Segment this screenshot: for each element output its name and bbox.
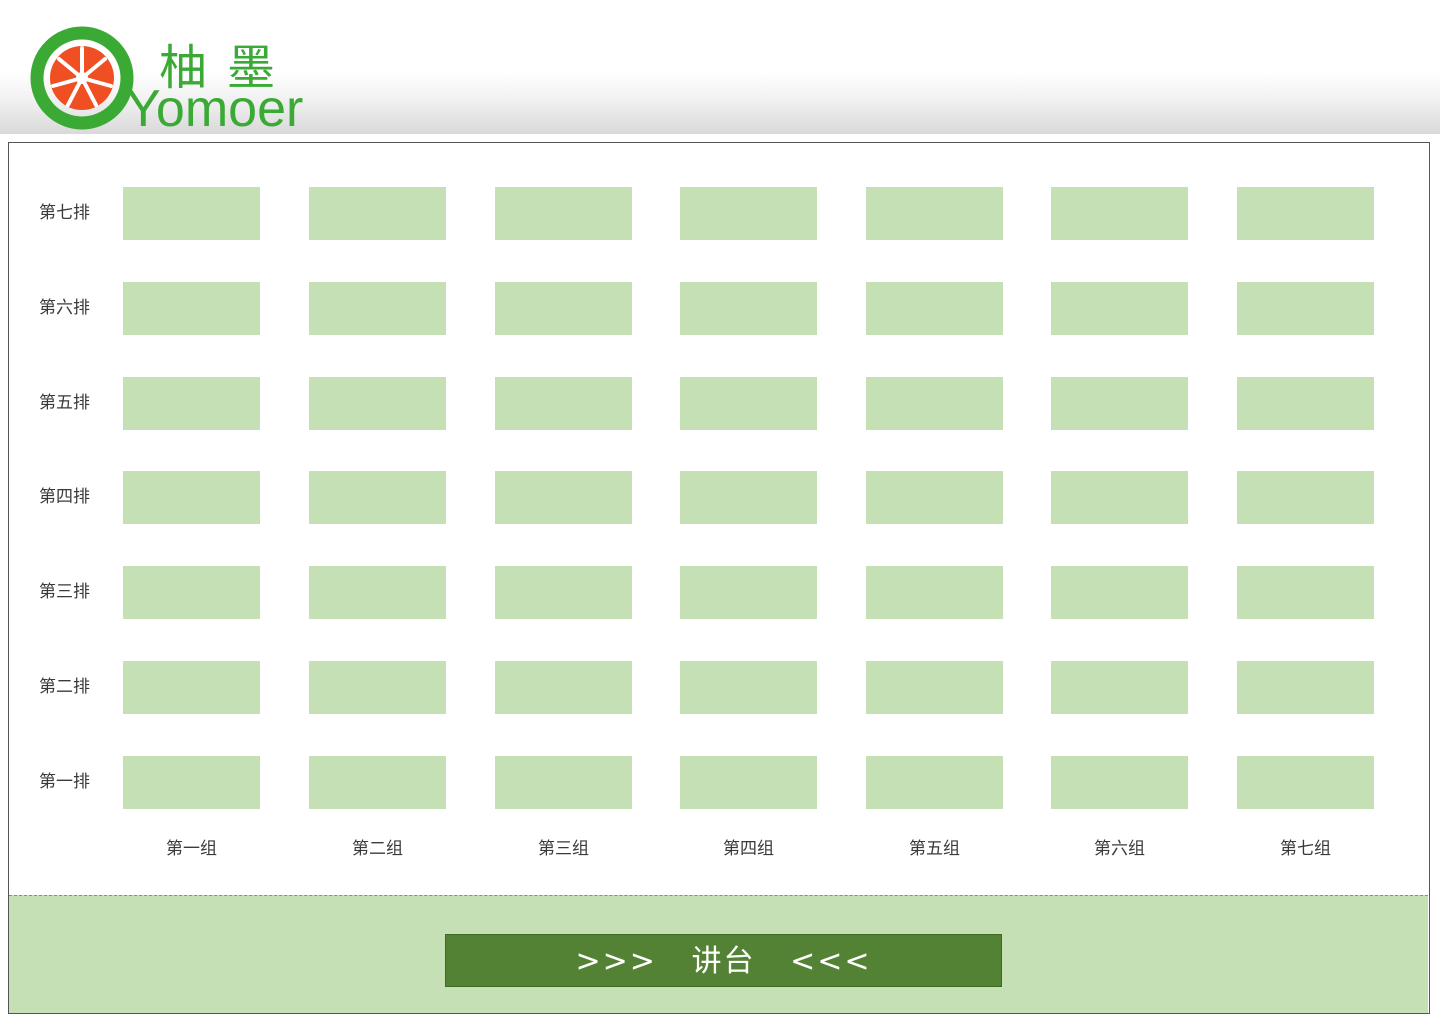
desk-seat[interactable] bbox=[1051, 566, 1188, 620]
desk-seat[interactable] bbox=[1237, 376, 1374, 430]
desk-seat[interactable] bbox=[1051, 187, 1188, 240]
desk-seat[interactable] bbox=[309, 566, 446, 620]
group-label: 第一组 bbox=[166, 839, 217, 859]
desk-seat[interactable] bbox=[495, 566, 632, 620]
desk-seat[interactable] bbox=[680, 281, 817, 335]
desk-seat[interactable] bbox=[309, 471, 446, 525]
group-label: 第二组 bbox=[352, 839, 403, 859]
desk-seat[interactable] bbox=[495, 471, 632, 525]
seating-panel: 第七排第六排第五排第四排第三排第二排第一排 第一组 第二组 第三组 第四组 第五组 第六组… bbox=[8, 142, 1430, 1014]
desk-seat[interactable] bbox=[1237, 755, 1374, 809]
desk-seat[interactable] bbox=[495, 661, 632, 714]
desk-seat[interactable] bbox=[1051, 281, 1188, 335]
desk-seat[interactable] bbox=[680, 471, 817, 525]
desk-seat[interactable] bbox=[123, 566, 260, 620]
desk-seat[interactable] bbox=[309, 281, 446, 335]
stage-button[interactable]: >>> 讲台 <<< bbox=[445, 934, 1002, 987]
desk-seat[interactable] bbox=[1051, 661, 1188, 714]
desk-seat[interactable] bbox=[680, 187, 817, 240]
desk-seat[interactable] bbox=[123, 755, 260, 809]
brand-name-en: Yomoer bbox=[126, 80, 303, 138]
desk-seat[interactable] bbox=[866, 755, 1003, 809]
desk-seat[interactable] bbox=[309, 187, 446, 240]
desk-seat[interactable] bbox=[680, 755, 817, 809]
desk-seat[interactable] bbox=[123, 376, 260, 430]
desk-seat[interactable] bbox=[123, 281, 260, 335]
desk-seat[interactable] bbox=[680, 376, 817, 430]
row-label: 第七排 bbox=[39, 203, 90, 223]
desk-seat[interactable] bbox=[1237, 661, 1374, 714]
header: 柚墨 Yomoer bbox=[0, 0, 1440, 138]
desk-seat[interactable] bbox=[866, 661, 1003, 714]
desk-seat[interactable] bbox=[495, 755, 632, 809]
desk-seat[interactable] bbox=[123, 187, 260, 240]
desk-seat[interactable] bbox=[495, 281, 632, 335]
desk-seat[interactable] bbox=[866, 376, 1003, 430]
desk-seat[interactable] bbox=[1237, 471, 1374, 525]
row-label: 第四排 bbox=[39, 487, 90, 508]
desk-seat[interactable] bbox=[123, 471, 260, 525]
group-label: 第三组 bbox=[538, 839, 589, 859]
row-label: 第三排 bbox=[39, 582, 90, 603]
row-label: 第二排 bbox=[39, 677, 90, 697]
desk-seat[interactable] bbox=[1051, 755, 1188, 809]
group-label: 第六组 bbox=[1094, 839, 1145, 859]
desk-seat[interactable] bbox=[123, 661, 260, 714]
row-label: 第六排 bbox=[39, 297, 90, 318]
desk-seat[interactable] bbox=[1237, 281, 1374, 335]
desk-seat[interactable] bbox=[1051, 376, 1188, 430]
group-label: 第四组 bbox=[723, 839, 774, 859]
desk-seat[interactable] bbox=[866, 281, 1003, 335]
desk-seat[interactable] bbox=[495, 376, 632, 430]
row-label: 第一排 bbox=[39, 771, 90, 792]
desk-seat[interactable] bbox=[309, 755, 446, 809]
yomoer-logo: 柚墨 Yomoer bbox=[30, 26, 303, 138]
group-label: 第七组 bbox=[1280, 839, 1331, 859]
row-label: 第五排 bbox=[39, 392, 90, 413]
desk-seat[interactable] bbox=[866, 566, 1003, 620]
desk-seat[interactable] bbox=[309, 376, 446, 430]
desk-seat[interactable] bbox=[680, 661, 817, 714]
stage-area: >>> 讲台 <<< bbox=[9, 895, 1428, 1013]
desk-seat[interactable] bbox=[866, 471, 1003, 525]
desk-seat[interactable] bbox=[1237, 187, 1374, 240]
desk-seat[interactable] bbox=[1051, 471, 1188, 525]
desk-seat[interactable] bbox=[495, 187, 632, 240]
group-label: 第五组 bbox=[909, 839, 960, 859]
desk-seat[interactable] bbox=[866, 187, 1003, 240]
desk-seat[interactable] bbox=[680, 566, 817, 620]
desk-seat[interactable] bbox=[1237, 566, 1374, 620]
desk-seat[interactable] bbox=[309, 661, 446, 714]
